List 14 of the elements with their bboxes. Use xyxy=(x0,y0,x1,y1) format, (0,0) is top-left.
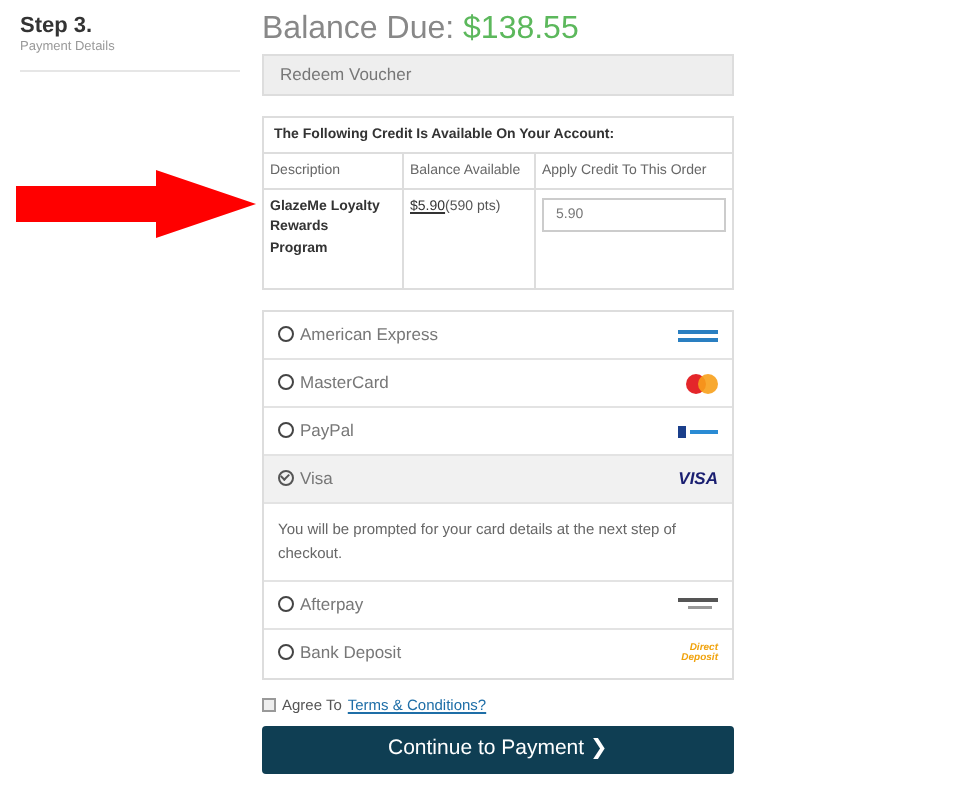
redeem-voucher-button[interactable]: Redeem Voucher xyxy=(262,53,734,96)
visa-logo: VISA xyxy=(678,468,718,491)
payment-option[interactable]: American Express xyxy=(264,312,732,361)
card-logo-icon xyxy=(678,327,718,344)
payment-option[interactable]: Afterpay xyxy=(264,581,732,630)
paypal-logo-icon xyxy=(678,425,718,438)
card-logo-icon xyxy=(686,373,718,394)
payment-option[interactable]: Visa VISA xyxy=(264,456,732,505)
payment-option[interactable]: MasterCard xyxy=(264,360,732,409)
afterpay-logo-icon xyxy=(678,596,718,613)
terms-checkbox[interactable] xyxy=(262,698,276,713)
step-title: Step 3. xyxy=(20,12,95,40)
continue-button[interactable]: Continue to Payment ❯ xyxy=(262,725,734,774)
balance-due: Balance Due: $138.55 xyxy=(262,12,581,48)
